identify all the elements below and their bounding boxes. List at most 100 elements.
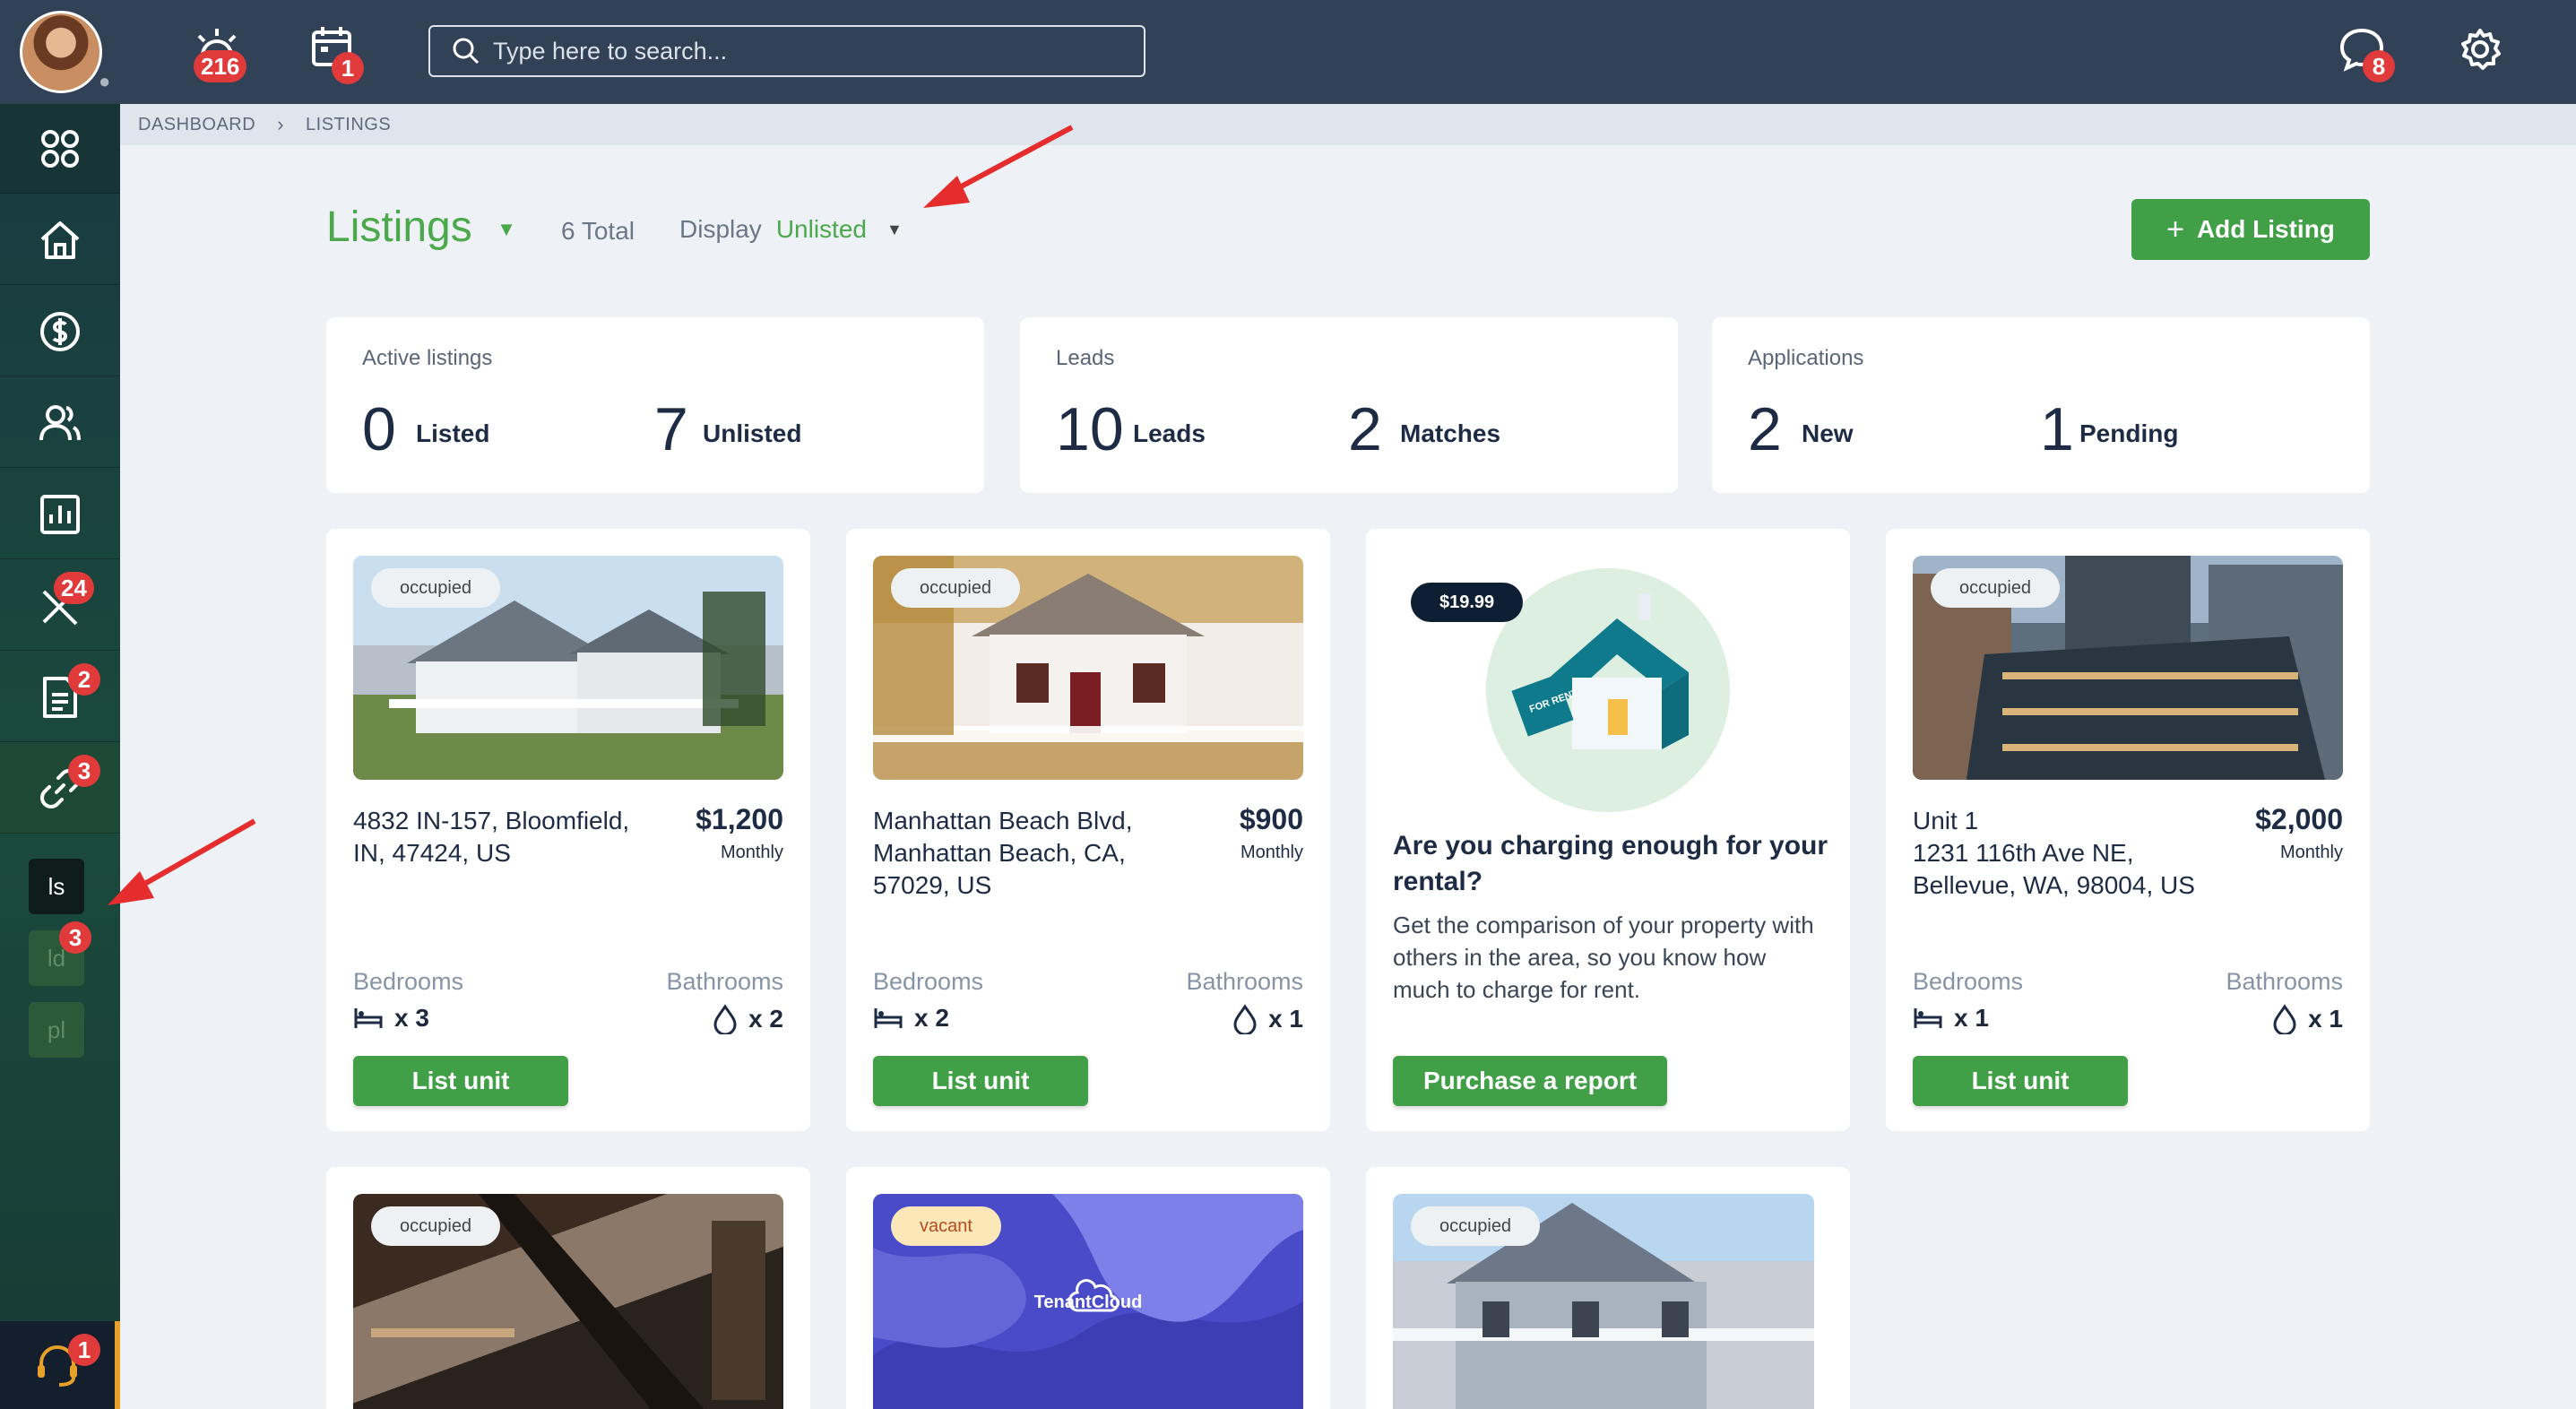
price-period: Monthly	[720, 843, 783, 862]
support-button[interactable]: 1	[0, 1321, 120, 1409]
caret-down-icon: ▼	[497, 218, 516, 241]
messages-button[interactable]: 8	[2338, 25, 2395, 82]
water-drop-icon	[713, 1004, 737, 1034]
add-listing-button[interactable]: + Add Listing	[2131, 199, 2370, 260]
bathrooms-value: x 1	[1268, 1005, 1303, 1033]
list-unit-button[interactable]: List unit	[873, 1056, 1088, 1106]
listing-card[interactable]: occupied	[1366, 1167, 1850, 1409]
sidebar-item-documents[interactable]: 2	[0, 653, 120, 742]
bed-icon	[874, 1008, 903, 1028]
search-input[interactable]	[493, 37, 1120, 65]
stat-word: Matches	[1400, 419, 1501, 447]
plus-icon: +	[2166, 212, 2184, 246]
listing-card[interactable]: occupied Unit 1 1231 116th Ave NE, Belle…	[1886, 529, 2370, 1131]
promo-body: Get the comparison of your property with…	[1393, 912, 1814, 1003]
documents-badge: 2	[68, 663, 100, 696]
status-badge: vacant	[891, 1206, 1001, 1246]
settings-button[interactable]	[2458, 27, 2511, 81]
unit-name: Unit 1	[1913, 807, 1979, 834]
stat-number: 2	[1748, 395, 1782, 463]
search-box[interactable]	[428, 25, 1145, 77]
stat-number: 2	[1348, 395, 1382, 463]
page-header: Listings ▼ 6 Total Display Unlisted ▼	[326, 197, 2370, 260]
listing-card[interactable]: occupied	[326, 1167, 810, 1409]
page-title: Listings	[326, 203, 472, 251]
sidebar-item-payments[interactable]	[0, 287, 120, 376]
bedrooms-value: x 1	[1954, 1004, 1989, 1032]
total-count: 6 Total	[561, 217, 635, 245]
gear-icon	[2461, 29, 2501, 70]
list-unit-button[interactable]: List unit	[353, 1056, 568, 1106]
calendar-badge: 1	[332, 52, 364, 84]
stat-number: 1	[2040, 395, 2074, 463]
calendar-button[interactable]: 1	[310, 25, 364, 84]
subnav-listings[interactable]: ls	[29, 859, 84, 914]
tenantcloud-logo: TenantCloud	[1033, 1292, 1143, 1312]
display-label: Display	[679, 215, 762, 243]
leads-badge: 3	[59, 921, 91, 954]
add-listing-label: Add Listing	[2196, 215, 2335, 243]
chevron-right-icon: ›	[277, 113, 285, 135]
promo-heading: Are you charging enough for your rental?	[1393, 831, 1828, 896]
bathrooms-count: x 1	[2272, 1004, 2343, 1034]
notifications-badge: 216	[194, 50, 247, 82]
stat-label: Applications	[1748, 346, 1864, 370]
listing-card[interactable]: occupied Manhattan Beach Blvd, Manhattan…	[846, 529, 1330, 1131]
purchase-report-button[interactable]: Purchase a report	[1393, 1056, 1667, 1106]
stat-card-active-listings: Active listings 0 Listed 7 Unlisted	[326, 317, 984, 493]
water-drop-icon	[1233, 1004, 1257, 1034]
bathrooms-value: x 1	[2308, 1005, 2343, 1033]
sidebar-item-reports[interactable]	[0, 470, 120, 559]
listing-address: Unit 1 1231 116th Ave NE, Bellevue, WA, …	[1913, 805, 2209, 902]
water-drop-icon	[2273, 1004, 2296, 1034]
sidebar-item-home[interactable]	[0, 195, 120, 285]
listing-price: $900	[1239, 803, 1303, 835]
status-badge: occupied	[371, 568, 501, 608]
list-unit-button[interactable]: List unit	[1913, 1056, 2128, 1106]
stat-word: Pending	[2079, 419, 2179, 447]
display-filter[interactable]: Display Unlisted ▼	[679, 215, 903, 244]
search-icon	[453, 38, 480, 65]
bedrooms-count: x 3	[353, 1004, 429, 1033]
sidebar-item-maintenance[interactable]: 24	[0, 561, 120, 651]
street-address: 1231 116th Ave NE, Bellevue, WA, 98004, …	[1913, 839, 2195, 899]
stat-word: Leads	[1133, 419, 1206, 447]
page-title-dropdown[interactable]: Listings ▼	[326, 203, 516, 252]
sidebar: 24 2 3 ls ld 3 pl	[0, 104, 120, 1409]
bedrooms-label: Bedrooms	[1913, 968, 2024, 995]
bedrooms-value: x 3	[394, 1004, 429, 1032]
notifications-button[interactable]: 216	[190, 25, 247, 82]
rent-report-promo-card: FOR RENT $19.99 Are you charging enough …	[1366, 529, 1850, 1131]
bed-icon	[354, 1008, 383, 1028]
apps-grid-icon	[41, 129, 79, 168]
listing-price: $1,200	[696, 803, 783, 835]
listing-card[interactable]: TenantCloud vacant	[846, 1167, 1330, 1409]
home-icon	[40, 220, 80, 259]
bedrooms-value: x 2	[914, 1004, 949, 1032]
breadcrumb-dashboard[interactable]: DASHBOARD	[138, 115, 255, 135]
listing-card[interactable]: occupied 4832 IN-157, Bloomfield, IN, 47…	[326, 529, 810, 1131]
status-badge: occupied	[891, 568, 1021, 608]
stat-label: Active listings	[362, 346, 493, 370]
status-badge: occupied	[371, 1206, 501, 1246]
stat-word: New	[1802, 419, 1854, 447]
top-bar: ● 216 1 8	[0, 0, 2576, 104]
support-badge: 1	[68, 1334, 100, 1366]
sidebar-item-apps[interactable]	[0, 104, 120, 194]
stat-number: 0	[362, 395, 396, 463]
user-avatar[interactable]	[20, 11, 102, 93]
bathrooms-label: Bathrooms	[1186, 968, 1303, 995]
maintenance-badge: 24	[54, 572, 94, 604]
listings-badge: 3	[68, 755, 100, 787]
report-price-tag: $19.99	[1411, 583, 1524, 622]
bedrooms-count: x 2	[873, 1004, 949, 1033]
stat-word: Listed	[416, 419, 490, 447]
status-badge: occupied	[1411, 1206, 1541, 1246]
subnav-plans[interactable]: pl	[29, 1002, 84, 1058]
bathrooms-count: x 1	[1232, 1004, 1303, 1034]
annotation-arrow	[108, 818, 256, 905]
bathrooms-count: x 2	[713, 1004, 783, 1034]
sidebar-item-people[interactable]	[0, 378, 120, 468]
bedrooms-label: Bedrooms	[353, 968, 464, 995]
bathrooms-label: Bathrooms	[666, 968, 783, 995]
